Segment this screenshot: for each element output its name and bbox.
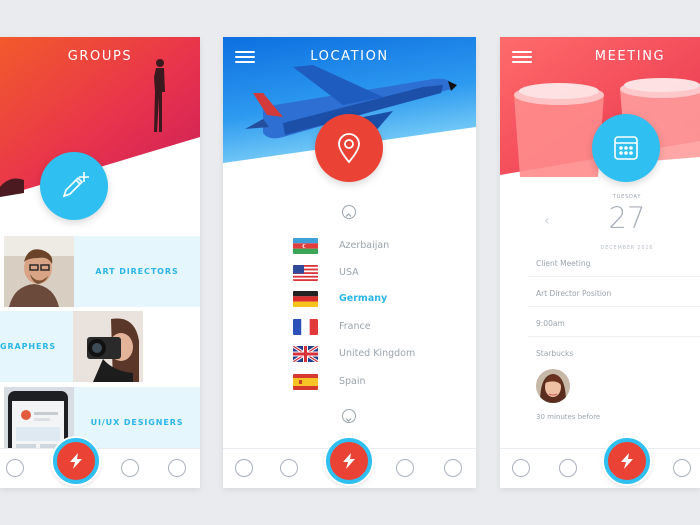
country-name: United Kingdom	[339, 348, 416, 359]
chat-icon[interactable]	[559, 459, 577, 477]
mail-icon[interactable]	[673, 459, 691, 477]
chevron-up-icon[interactable]	[342, 205, 356, 219]
new-group-button[interactable]	[40, 152, 108, 220]
lightning-icon	[70, 453, 82, 469]
spain-flag-icon	[293, 374, 318, 390]
photographer-photo[interactable]	[73, 311, 143, 382]
france-flag-icon	[293, 319, 318, 335]
day-number: 27	[608, 201, 646, 235]
country-name: USA	[339, 267, 359, 278]
page-title: MEETING	[594, 49, 666, 64]
chevron-left-icon[interactable]: ‹	[544, 213, 550, 229]
groups-screen: GROUPS ART DIRECTORS GRAPHERS UI/UX DESI…	[0, 37, 200, 488]
clock-icon[interactable]	[444, 459, 462, 477]
country-item-usa[interactable]: USA	[293, 265, 463, 281]
location-screen: LOCATION Azerbaijan USA Germany France U…	[223, 37, 476, 488]
lightning-icon	[343, 453, 355, 469]
country-item-spain[interactable]: Spain	[293, 374, 463, 390]
usa-flag-icon	[293, 265, 318, 281]
mail-icon[interactable]	[396, 459, 414, 477]
uk-flag-icon	[293, 346, 318, 362]
tile-art-directors[interactable]: ART DIRECTORS	[74, 236, 200, 307]
bottom-tab-bar	[0, 448, 200, 488]
country-name: Azerbaijan	[339, 240, 390, 251]
divider	[528, 276, 700, 277]
chevron-down-icon[interactable]	[342, 409, 356, 423]
tile-photographers[interactable]: GRAPHERS	[0, 311, 73, 382]
country-item-france[interactable]: France	[293, 319, 463, 335]
lightning-button[interactable]	[604, 438, 650, 484]
country-name: France	[339, 321, 371, 332]
bottom-tab-bar	[500, 448, 700, 488]
lightning-icon	[621, 453, 633, 469]
country-name-selected: Germany	[339, 293, 388, 304]
country-item-azerbaijan[interactable]: Azerbaijan	[293, 238, 463, 254]
tile-label: GRAPHERS	[0, 342, 57, 351]
lightning-button[interactable]	[326, 438, 372, 484]
page-title: GROUPS	[67, 49, 133, 64]
page-title: LOCATION	[310, 49, 389, 64]
country-item-united-kingdom[interactable]: United Kingdom	[293, 346, 463, 362]
meeting-title[interactable]: Client Meeting	[536, 259, 590, 268]
meeting-time[interactable]: 9:00am	[536, 319, 565, 328]
hamburger-menu-icon[interactable]	[512, 51, 532, 63]
user-icon[interactable]	[512, 459, 530, 477]
mail-icon[interactable]	[121, 459, 139, 477]
clock-icon[interactable]	[168, 459, 186, 477]
avatar[interactable]	[536, 369, 570, 403]
month-year: DECEMBER 2016	[600, 245, 654, 251]
location-pin-button[interactable]	[315, 114, 383, 182]
day-name: TUESDAY	[612, 194, 642, 200]
calendar-button[interactable]	[592, 114, 660, 182]
tile-label: ART DIRECTORS	[95, 267, 179, 276]
meeting-screen: MEETING ‹ TUESDAY 27 DECEMBER 2016 Clien…	[500, 37, 700, 488]
azerbaijan-flag-icon	[293, 238, 318, 254]
meeting-place[interactable]: Starbucks	[536, 349, 573, 358]
calendar-grid-icon	[614, 136, 638, 160]
art-director-photo[interactable]	[4, 236, 74, 307]
chat-icon[interactable]	[280, 459, 298, 477]
tile-label: UI/UX DESIGNERS	[90, 418, 184, 427]
germany-flag-icon	[293, 291, 318, 307]
lightning-button[interactable]	[53, 438, 99, 484]
user-icon[interactable]	[235, 459, 253, 477]
divider	[528, 306, 700, 307]
country-item-germany[interactable]: Germany	[293, 291, 463, 307]
location-pin-icon	[338, 133, 360, 164]
reminder-text: 30 minutes before	[536, 413, 601, 421]
divider	[528, 336, 700, 337]
pencil-plus-icon	[62, 172, 89, 198]
country-name: Spain	[339, 376, 366, 387]
meeting-position[interactable]: Art Director Position	[536, 289, 611, 298]
